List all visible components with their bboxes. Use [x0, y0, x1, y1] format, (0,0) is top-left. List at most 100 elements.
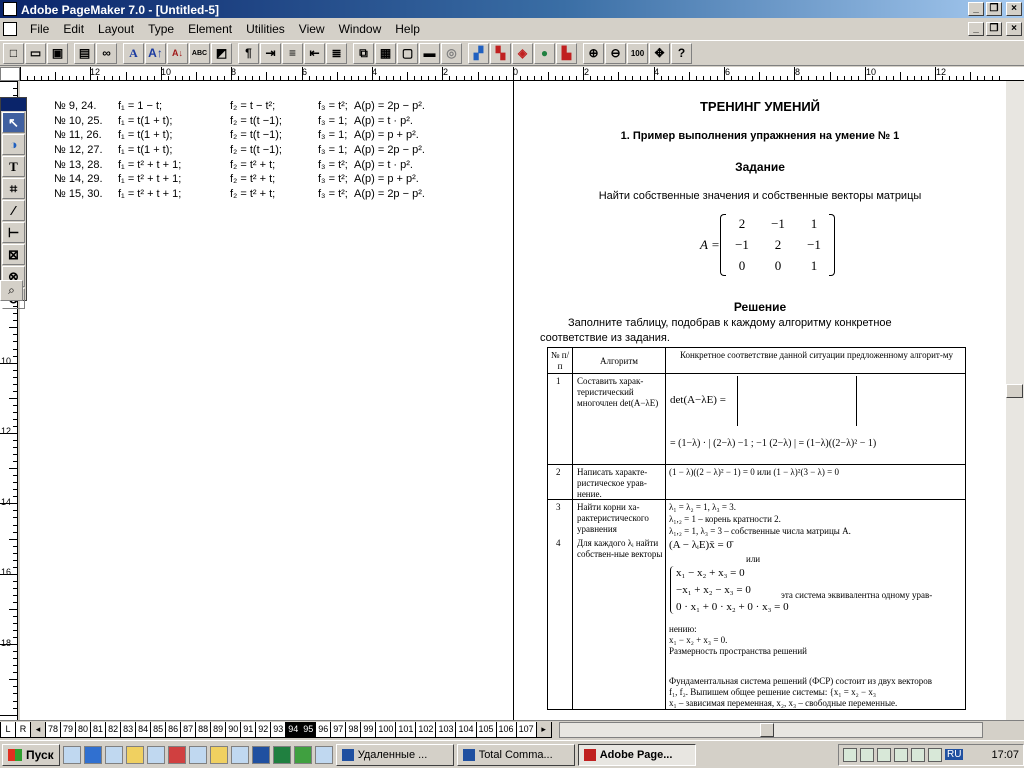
page-tab[interactable]: 82: [105, 721, 122, 738]
close-button[interactable]: ×: [1006, 2, 1022, 16]
page-tab[interactable]: 92: [255, 721, 272, 738]
page-tab[interactable]: 78: [45, 721, 62, 738]
check-icon[interactable]: ▢: [397, 42, 418, 64]
task-deleted[interactable]: Удаленные ...: [335, 743, 454, 766]
page-tab[interactable]: 94: [285, 721, 302, 738]
indent-icon[interactable]: ⇥: [260, 42, 281, 64]
page-tab[interactable]: 107: [515, 721, 537, 738]
restore-button[interactable]: ❐: [986, 2, 1002, 16]
find-icon[interactable]: ∞: [96, 42, 117, 64]
page-tab[interactable]: 91: [240, 721, 257, 738]
font-size-down-icon[interactable]: A↓: [167, 42, 188, 64]
menu-window[interactable]: Window: [332, 22, 389, 36]
zoom-in-icon[interactable]: ⊕: [583, 42, 604, 64]
page-tab[interactable]: 86: [165, 721, 182, 738]
page-tab[interactable]: 90: [225, 721, 242, 738]
excel-icon[interactable]: [272, 745, 291, 764]
zoom-tool-icon[interactable]: ⌕: [0, 280, 23, 301]
constrained-line-tool-icon[interactable]: ⊢: [2, 222, 25, 243]
outdent-icon[interactable]: ⇤: [304, 42, 325, 64]
title-bar[interactable]: Adobe PageMaker 7.0 - [Untitled-5] _ ❐ ×: [0, 0, 1024, 18]
page-tab[interactable]: 97: [330, 721, 347, 738]
page-tab[interactable]: 99: [360, 721, 377, 738]
page-tab[interactable]: 80: [75, 721, 92, 738]
help-icon[interactable]: ?: [671, 42, 692, 64]
spell-icon[interactable]: ABC: [189, 42, 210, 64]
rotate-tool-icon[interactable]: ◑: [2, 134, 25, 155]
folder-icon[interactable]: [125, 745, 144, 764]
menu-layout[interactable]: Layout: [91, 22, 141, 36]
horizontal-scrollbar[interactable]: [558, 721, 983, 738]
document-system-menu-icon[interactable]: [3, 21, 17, 36]
page-tab[interactable]: 100: [375, 721, 397, 738]
bullets-icon[interactable]: ≡: [282, 42, 303, 64]
indent-right-icon[interactable]: ≣: [326, 42, 347, 64]
paragraph-icon[interactable]: ¶: [238, 42, 259, 64]
quicklaunch-icon-6[interactable]: [167, 745, 186, 764]
export-icon[interactable]: ▬: [419, 42, 440, 64]
toolbox-title-bar[interactable]: [1, 98, 26, 111]
pdf-icon[interactable]: ▙: [556, 42, 577, 64]
page-tab[interactable]: 85: [150, 721, 167, 738]
page-tab[interactable]: 87: [180, 721, 197, 738]
page-tab[interactable]: 104: [455, 721, 477, 738]
page-tabs-right-arrow-icon[interactable]: ▸: [535, 721, 552, 738]
document-workspace[interactable]: № 9, 24. f₁ = 1 − t; f₂ = t − t²; f₃ = t²; A…: [20, 81, 1006, 720]
quicklaunch-icon-9[interactable]: [230, 745, 249, 764]
menu-utilities[interactable]: Utilities: [239, 22, 292, 36]
horizontal-scroll-thumb[interactable]: [759, 722, 774, 737]
toolbox-palette[interactable]: ↖ ◑ T ⌗ ∕ ⊢ ⊠ ⊗ ⊗: [0, 97, 27, 309]
page-tab[interactable]: 106: [495, 721, 517, 738]
page-tab[interactable]: 105: [475, 721, 497, 738]
page-tab[interactable]: 101: [395, 721, 417, 738]
menu-edit[interactable]: Edit: [56, 22, 91, 36]
page-tab[interactable]: 93: [270, 721, 287, 738]
rectangle-tool-icon[interactable]: ⊠: [2, 244, 25, 265]
tray-icon-5[interactable]: [911, 747, 925, 762]
minimize-button[interactable]: _: [968, 2, 984, 16]
page-tab[interactable]: 89: [210, 721, 227, 738]
internet-explorer-icon[interactable]: [83, 745, 102, 764]
quicklaunch-icon-7[interactable]: [188, 745, 207, 764]
page-tab[interactable]: 88: [195, 721, 212, 738]
ruler-origin[interactable]: [0, 67, 20, 81]
page-tab[interactable]: 79: [60, 721, 77, 738]
place-icon[interactable]: ▞: [468, 42, 489, 64]
copy-icon[interactable]: ⧉: [353, 42, 374, 64]
menu-element[interactable]: Element: [181, 22, 239, 36]
master-left-tab[interactable]: L: [0, 721, 16, 738]
save-icon[interactable]: ▣: [47, 42, 68, 64]
task-pagemaker[interactable]: Adobe Page...: [577, 743, 696, 766]
globe-icon[interactable]: ●: [534, 42, 555, 64]
open-icon[interactable]: ▭: [25, 42, 46, 64]
desktop-icon[interactable]: [62, 745, 81, 764]
page-tab[interactable]: 98: [345, 721, 362, 738]
menu-help[interactable]: Help: [388, 22, 427, 36]
crop-tool-icon[interactable]: ⌗: [2, 178, 25, 199]
master-right-tab[interactable]: R: [15, 721, 31, 738]
tray-icon-1[interactable]: [843, 747, 857, 762]
fill-icon[interactable]: ◩: [211, 42, 232, 64]
font-icon[interactable]: A: [123, 42, 144, 64]
quicklaunch-icon-5[interactable]: [146, 745, 165, 764]
tray-icon-6[interactable]: [928, 747, 942, 762]
pointer-tool-icon[interactable]: ↖: [2, 112, 25, 133]
page-tab[interactable]: 95: [300, 721, 317, 738]
start-button[interactable]: Пуск: [2, 743, 60, 766]
font-size-up-icon[interactable]: A↑: [145, 42, 166, 64]
page-tab[interactable]: 84: [135, 721, 152, 738]
doc-minimize-button[interactable]: _: [968, 21, 984, 36]
tray-icon-4[interactable]: [894, 747, 908, 762]
new-icon[interactable]: □: [3, 42, 24, 64]
tray-icon-2[interactable]: [860, 747, 874, 762]
horizontal-ruler[interactable]: 12 10 8 6 4 2 0 2 4 6 8 10 12: [20, 67, 1024, 81]
line-tool-icon[interactable]: ∕: [2, 200, 25, 221]
print-icon[interactable]: ▤: [74, 42, 95, 64]
doc-restore-button[interactable]: ❐: [986, 21, 1002, 36]
color-icon[interactable]: ◈: [512, 42, 533, 64]
page-tab[interactable]: 96: [315, 721, 332, 738]
text-tool-icon[interactable]: T: [2, 156, 25, 177]
page-tab[interactable]: 102: [415, 721, 437, 738]
tray-icon-3[interactable]: [877, 747, 891, 762]
actual-size-icon[interactable]: 100: [627, 42, 648, 64]
